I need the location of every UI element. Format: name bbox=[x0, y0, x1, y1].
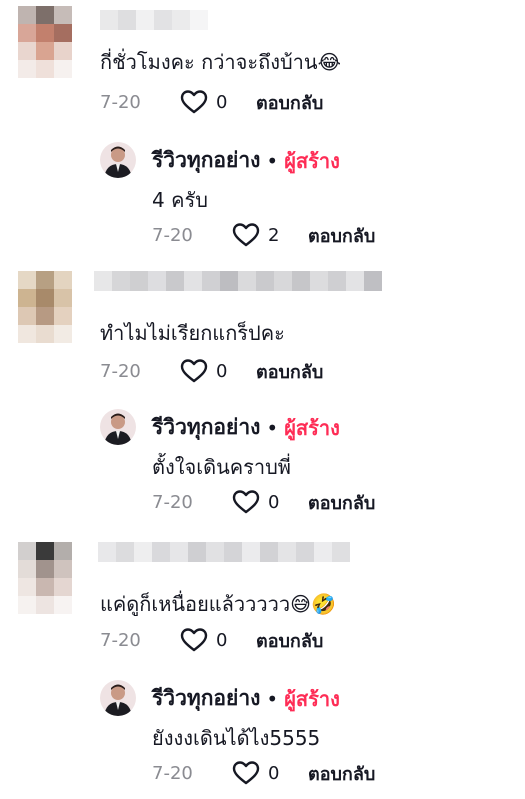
like-count: 0 bbox=[268, 491, 280, 513]
reply-text: ตั้งใจเดินคราบพี่ bbox=[152, 455, 291, 479]
like-count: 0 bbox=[216, 91, 228, 113]
commenter-avatar[interactable] bbox=[18, 6, 72, 78]
commenter-avatar[interactable] bbox=[18, 542, 72, 614]
creator-reply: รีวิวทุกอย่าง • ผู้สร้าง ตั้งใจเดินคราบพ… bbox=[100, 409, 525, 524]
creator-badge: ผู้สร้าง bbox=[284, 148, 340, 173]
like-count: 0 bbox=[268, 762, 280, 784]
reply-meta: 7-20 0 ตอบกลับ bbox=[152, 488, 375, 516]
like-count: 2 bbox=[268, 224, 280, 246]
heart-icon bbox=[180, 628, 208, 652]
reply-button[interactable]: ตอบกลับ bbox=[256, 626, 323, 655]
creator-name-row: รีวิวทุกอย่าง • ผู้สร้าง bbox=[152, 144, 340, 177]
reply-button[interactable]: ตอบกลับ bbox=[256, 357, 323, 386]
creator-name-row: รีวิวทุกอย่าง • ผู้สร้าง bbox=[152, 682, 340, 715]
creator-avatar[interactable] bbox=[100, 680, 136, 716]
like-count: 0 bbox=[216, 629, 228, 651]
like-button[interactable]: 0 bbox=[232, 489, 308, 515]
creator-badge: ผู้สร้าง bbox=[284, 686, 340, 711]
like-button[interactable]: 0 bbox=[180, 627, 256, 653]
creator-name[interactable]: รีวิวทุกอย่าง bbox=[152, 682, 260, 715]
heart-icon bbox=[232, 223, 260, 247]
creator-avatar[interactable] bbox=[100, 142, 136, 178]
separator-dot: • bbox=[266, 148, 279, 173]
comment-item: กี่ชั่วโมงคะ กว่าจะถึงบ้าน😂 7-20 0 ตอบกล… bbox=[0, 6, 525, 266]
heart-icon bbox=[232, 761, 260, 785]
reply-meta: 7-20 0 ตอบกลับ bbox=[152, 759, 375, 787]
reply-date: 7-20 bbox=[152, 762, 193, 784]
creator-reply: รีวิวทุกอย่าง • ผู้สร้าง ยังงงเดินได้ไง5… bbox=[100, 680, 525, 795]
reply-meta: 7-20 2 ตอบกลับ bbox=[152, 221, 375, 249]
like-button[interactable]: 2 bbox=[232, 222, 308, 248]
reply-button[interactable]: ตอบกลับ bbox=[308, 759, 375, 788]
creator-reply: รีวิวทุกอย่าง • ผู้สร้าง 4 ครับ 7-20 2 ต… bbox=[100, 142, 525, 257]
comment-text: แค่ดูก็เหนื่อยแล้ววววว😅🤣 bbox=[100, 592, 336, 616]
creator-name-row: รีวิวทุกอย่าง • ผู้สร้าง bbox=[152, 411, 340, 444]
commenter-avatar[interactable] bbox=[18, 271, 72, 343]
commenter-username-blurred[interactable] bbox=[100, 10, 208, 30]
reply-date: 7-20 bbox=[152, 491, 193, 513]
comment-date: 7-20 bbox=[100, 91, 141, 113]
heart-icon bbox=[180, 90, 208, 114]
comment-item: ทำไมไม่เรียกแกร็ปคะ 7-20 0 ตอบกลับ รีวิว… bbox=[0, 271, 525, 531]
comment-meta: 7-20 0 ตอบกลับ bbox=[100, 88, 323, 116]
separator-dot: • bbox=[266, 686, 279, 711]
creator-badge: ผู้สร้าง bbox=[284, 415, 340, 440]
comment-date: 7-20 bbox=[100, 629, 141, 651]
reply-button[interactable]: ตอบกลับ bbox=[308, 488, 375, 517]
heart-icon bbox=[180, 359, 208, 383]
commenter-username-blurred[interactable] bbox=[94, 271, 382, 291]
like-count: 0 bbox=[216, 360, 228, 382]
like-button[interactable]: 0 bbox=[180, 358, 256, 384]
creator-name[interactable]: รีวิวทุกอย่าง bbox=[152, 144, 260, 177]
comment-meta: 7-20 0 ตอบกลับ bbox=[100, 626, 323, 654]
like-button[interactable]: 0 bbox=[232, 760, 308, 786]
reply-button[interactable]: ตอบกลับ bbox=[308, 221, 375, 250]
heart-icon bbox=[232, 490, 260, 514]
comment-text: ทำไมไม่เรียกแกร็ปคะ bbox=[100, 321, 285, 345]
comment-text: กี่ชั่วโมงคะ กว่าจะถึงบ้าน😂 bbox=[100, 50, 341, 74]
comment-date: 7-20 bbox=[100, 360, 141, 382]
reply-text: ยังงงเดินได้ไง5555 bbox=[152, 726, 321, 750]
reply-text: 4 ครับ bbox=[152, 188, 208, 212]
separator-dot: • bbox=[266, 415, 279, 440]
reply-date: 7-20 bbox=[152, 224, 193, 246]
like-button[interactable]: 0 bbox=[180, 89, 256, 115]
comment-meta: 7-20 0 ตอบกลับ bbox=[100, 357, 323, 385]
creator-name[interactable]: รีวิวทุกอย่าง bbox=[152, 411, 260, 444]
commenter-username-blurred[interactable] bbox=[98, 542, 350, 562]
reply-button[interactable]: ตอบกลับ bbox=[256, 88, 323, 117]
comment-item: แค่ดูก็เหนื่อยแล้ววววว😅🤣 7-20 0 ตอบกลับ … bbox=[0, 542, 525, 799]
creator-avatar[interactable] bbox=[100, 409, 136, 445]
